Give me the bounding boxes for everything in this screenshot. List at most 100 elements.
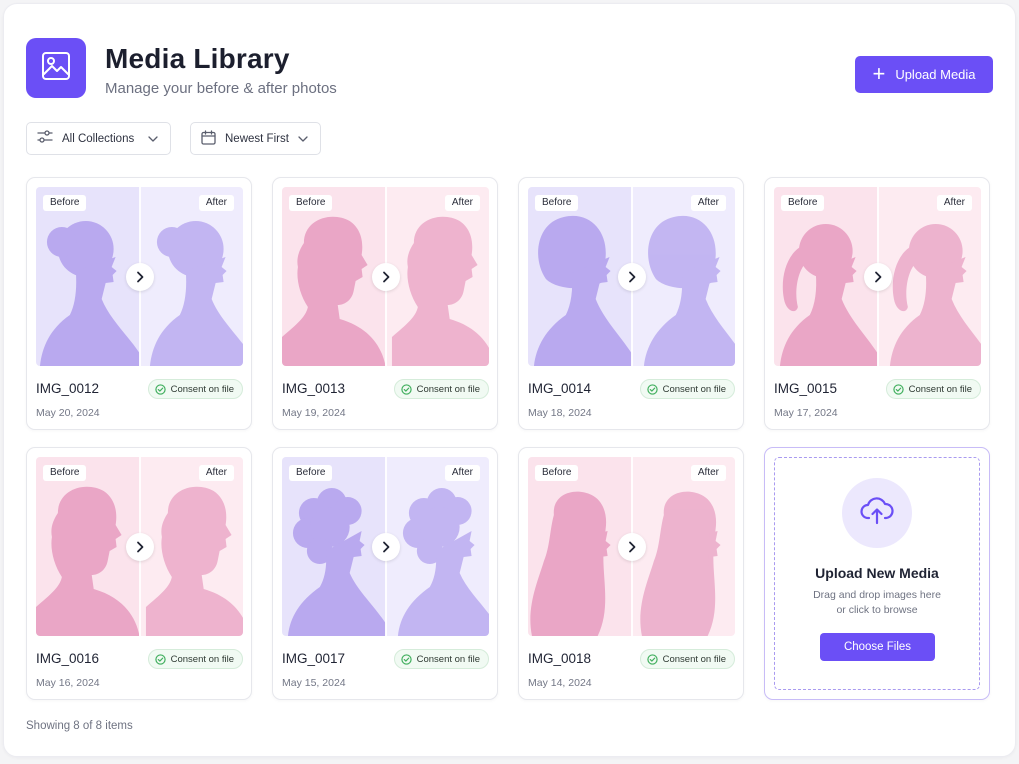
upload-card-title: Upload New Media xyxy=(815,565,939,581)
collection-select[interactable]: All Collections xyxy=(26,122,171,155)
before-after-preview[interactable]: Before After xyxy=(528,457,735,636)
after-photo xyxy=(631,457,735,636)
after-silhouette xyxy=(149,221,243,366)
media-grid: Before After IMG_0012 May 20, 2024 Consent o… xyxy=(26,177,993,700)
media-name: IMG_0015 xyxy=(774,381,838,396)
compare-button[interactable] xyxy=(863,262,892,291)
before-photo xyxy=(282,457,386,636)
image-icon xyxy=(40,50,72,87)
compare-button[interactable] xyxy=(125,532,154,561)
before-silhouette xyxy=(36,486,140,636)
logo-tile xyxy=(26,38,86,98)
before-tag: Before xyxy=(43,465,87,481)
chevron-right-icon xyxy=(874,271,881,282)
compare-button[interactable] xyxy=(617,532,646,561)
after-silhouette xyxy=(145,486,243,636)
before-tag: Before xyxy=(289,465,333,481)
before-tag: Before xyxy=(781,195,825,211)
check-circle-icon xyxy=(646,653,658,665)
after-tag: After xyxy=(936,195,972,211)
compare-button[interactable] xyxy=(371,532,400,561)
before-tag: Before xyxy=(289,195,333,211)
cloud-icon-circle xyxy=(842,478,912,548)
before-photo xyxy=(774,187,878,366)
after-photo xyxy=(385,187,489,366)
compare-button[interactable] xyxy=(371,262,400,291)
after-silhouette xyxy=(889,224,981,366)
after-tag: After xyxy=(690,195,726,211)
media-name: IMG_0013 xyxy=(282,381,346,396)
before-after-preview[interactable]: Before After xyxy=(36,457,243,636)
consent-label: Consent on file xyxy=(662,383,726,395)
upload-card-hint: Drag and drop images here or click to br… xyxy=(775,588,979,618)
cloud-upload-icon xyxy=(860,496,894,531)
before-silhouette xyxy=(39,221,140,366)
after-silhouette xyxy=(643,215,735,366)
consent-badge: Consent on file xyxy=(393,379,489,399)
before-tag: Before xyxy=(535,465,579,481)
before-after-preview[interactable]: Before After xyxy=(774,187,981,366)
upload-hint-line-1: Drag and drop images here xyxy=(813,589,941,601)
consent-label: Consent on file xyxy=(416,383,480,395)
media-date: May 18, 2024 xyxy=(528,407,592,419)
media-card[interactable]: Before After IMG_0017 May 15, 2024 Consent o… xyxy=(272,447,498,700)
media-card[interactable]: Before After IMG_0012 May 20, 2024 Consent o… xyxy=(26,177,252,430)
chevron-right-icon xyxy=(628,541,635,552)
before-after-preview[interactable]: Before After xyxy=(528,187,735,366)
after-photo xyxy=(139,187,243,366)
chevron-right-icon xyxy=(628,271,635,282)
upload-dropzone[interactable]: Upload New Media Drag and drop images he… xyxy=(774,457,980,690)
after-tag: After xyxy=(198,465,234,481)
consent-label: Consent on file xyxy=(662,653,726,665)
consent-label: Consent on file xyxy=(908,383,972,395)
before-after-preview[interactable]: Before After xyxy=(282,187,489,366)
media-card[interactable]: Before After IMG_0015 May 17, 2024 Consent o… xyxy=(764,177,990,430)
page-header: Media Library Manage your before & after… xyxy=(26,38,993,102)
check-circle-icon xyxy=(154,383,166,395)
media-date: May 15, 2024 xyxy=(282,677,346,689)
after-photo xyxy=(631,187,735,366)
media-name: IMG_0016 xyxy=(36,651,100,666)
consent-badge: Consent on file xyxy=(147,649,243,669)
after-tag: After xyxy=(690,465,726,481)
compare-button[interactable] xyxy=(617,262,646,291)
media-card[interactable]: Before After IMG_0013 May 19, 2024 Consent o… xyxy=(272,177,498,430)
page-title: Media Library xyxy=(105,43,290,74)
before-silhouette xyxy=(533,215,632,366)
before-silhouette xyxy=(282,216,386,366)
after-silhouette xyxy=(391,216,489,366)
media-date: May 19, 2024 xyxy=(282,407,346,419)
item-count-status: Showing 8 of 8 items xyxy=(26,720,133,732)
media-date: May 16, 2024 xyxy=(36,677,100,689)
before-photo xyxy=(528,187,632,366)
upload-media-button[interactable]: + Upload Media xyxy=(855,56,993,93)
choose-files-button[interactable]: Choose Files xyxy=(820,633,935,661)
sort-select[interactable]: Newest First xyxy=(190,122,321,155)
chevron-right-icon xyxy=(136,271,143,282)
consent-badge: Consent on file xyxy=(147,379,243,399)
after-silhouette xyxy=(397,488,489,636)
media-card[interactable]: Before After IMG_0018 May 14, 2024 Consent o… xyxy=(518,447,744,700)
before-after-preview[interactable]: Before After xyxy=(282,457,489,636)
sliders-icon xyxy=(37,130,53,147)
consent-badge: Consent on file xyxy=(393,649,489,669)
chevron-down-icon xyxy=(298,133,308,145)
consent-label: Consent on file xyxy=(170,653,234,665)
consent-badge: Consent on file xyxy=(639,379,735,399)
media-card[interactable]: Before After IMG_0016 May 16, 2024 Consent o… xyxy=(26,447,252,700)
chevron-right-icon xyxy=(382,271,389,282)
media-date: May 20, 2024 xyxy=(36,407,100,419)
upload-card[interactable]: Upload New Media Drag and drop images he… xyxy=(764,447,990,700)
check-circle-icon xyxy=(400,653,412,665)
consent-badge: Consent on file xyxy=(639,649,735,669)
before-photo xyxy=(282,187,386,366)
sort-select-value: Newest First xyxy=(225,132,289,145)
compare-button[interactable] xyxy=(125,262,154,291)
after-photo xyxy=(877,187,981,366)
chevron-right-icon xyxy=(382,541,389,552)
page-subtitle: Manage your before & after photos xyxy=(105,80,337,97)
before-after-preview[interactable]: Before After xyxy=(36,187,243,366)
consent-badge: Consent on file xyxy=(885,379,981,399)
media-name: IMG_0018 xyxy=(528,651,592,666)
media-card[interactable]: Before After IMG_0014 May 18, 2024 Consent o… xyxy=(518,177,744,430)
